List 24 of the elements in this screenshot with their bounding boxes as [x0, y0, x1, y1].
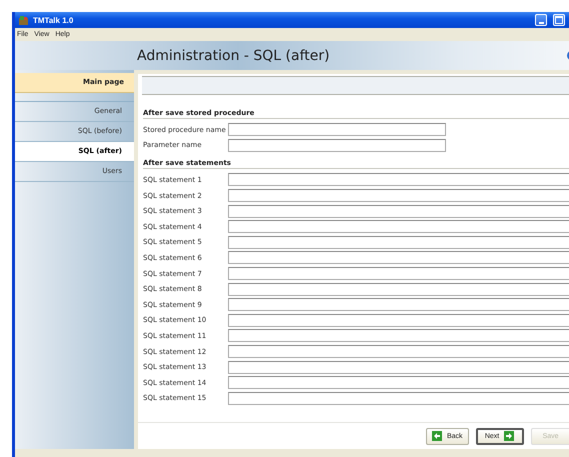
app-icon [18, 14, 29, 26]
input-field[interactable] [228, 345, 569, 358]
window-title: TMTalk 1.0 [33, 16, 74, 24]
input-field[interactable] [228, 376, 569, 390]
input-field[interactable] [228, 298, 569, 312]
input-field[interactable] [228, 251, 569, 264]
input-field[interactable] [228, 282, 569, 296]
right-arrow-icon [504, 431, 514, 441]
input-field[interactable] [228, 220, 569, 234]
input-field[interactable] [228, 204, 569, 218]
input-field[interactable] [228, 173, 569, 186]
input-field[interactable] [228, 123, 446, 136]
minimize-button[interactable] [535, 14, 547, 26]
maximize-button[interactable] [553, 14, 565, 26]
input-field[interactable] [228, 392, 569, 405]
input-field[interactable] [228, 189, 569, 202]
input-field[interactable] [228, 360, 569, 374]
left-arrow-icon [432, 431, 442, 441]
input-field[interactable] [228, 138, 446, 152]
input-field[interactable] [228, 267, 569, 280]
input-field[interactable] [228, 314, 569, 327]
page-title: Administration - SQL (after) [137, 48, 330, 64]
input-field[interactable] [228, 236, 569, 249]
input-field[interactable] [228, 329, 569, 342]
